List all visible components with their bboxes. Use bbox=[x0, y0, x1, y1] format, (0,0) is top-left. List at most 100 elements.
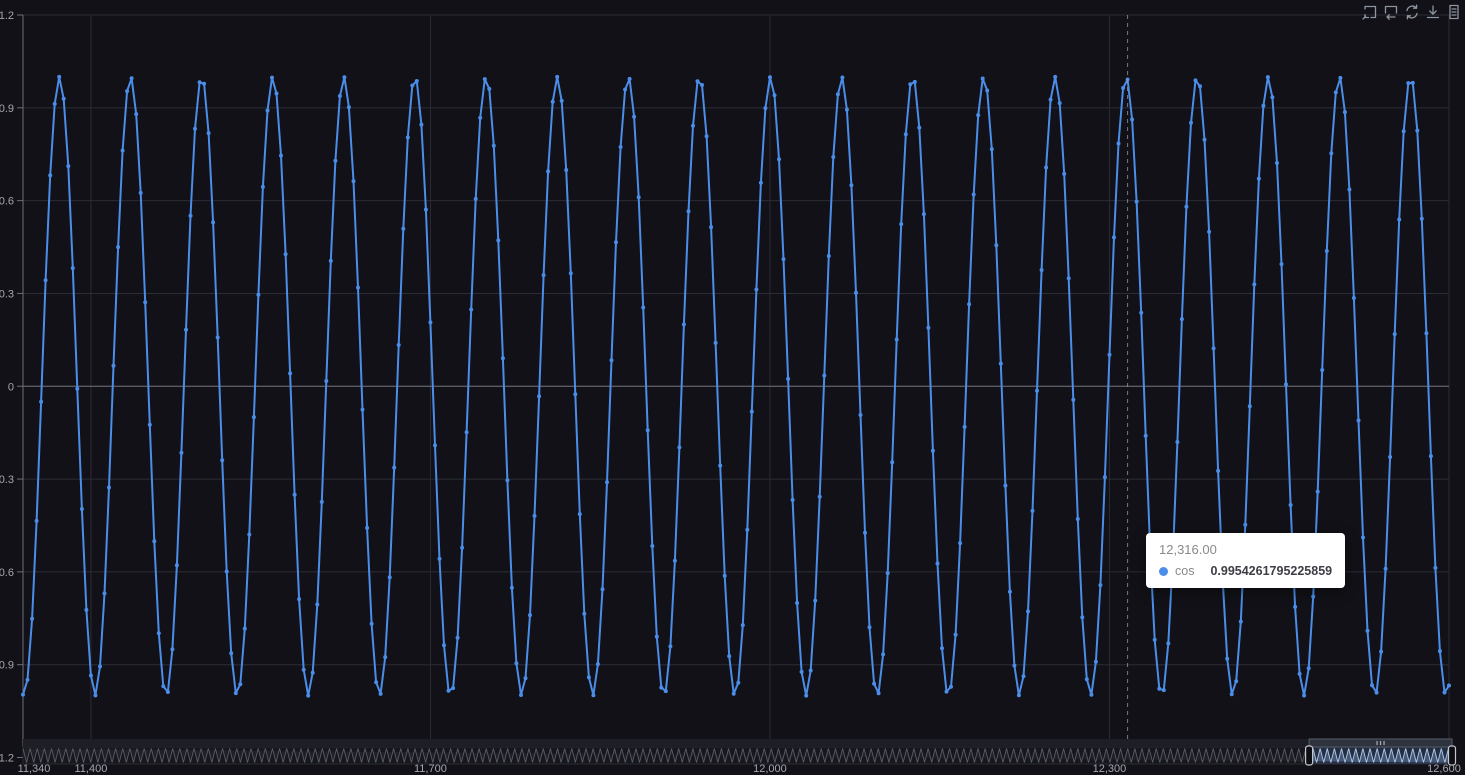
data-point bbox=[781, 257, 786, 262]
data-point bbox=[654, 634, 659, 639]
data-point bbox=[464, 430, 469, 435]
data-point bbox=[1433, 565, 1438, 570]
data-point bbox=[1324, 249, 1329, 253]
data-point bbox=[1297, 671, 1302, 676]
data-point bbox=[134, 112, 139, 117]
data-point bbox=[1270, 95, 1275, 100]
data-point bbox=[446, 688, 451, 693]
y-axis-label: 0 bbox=[8, 381, 14, 393]
data-point bbox=[1293, 604, 1298, 609]
data-point bbox=[1243, 522, 1248, 527]
data-view-icon[interactable] bbox=[1445, 3, 1462, 20]
data-point bbox=[573, 392, 578, 397]
data-zoom-select-icon[interactable] bbox=[1361, 3, 1378, 20]
data-point bbox=[736, 680, 741, 685]
data-point bbox=[908, 82, 913, 87]
tooltip: 12,316.00 cos 0.9954261795225859 bbox=[1146, 533, 1346, 588]
data-point bbox=[1347, 187, 1352, 192]
data-point bbox=[1207, 229, 1212, 234]
data-point bbox=[401, 226, 406, 231]
data-point bbox=[1057, 101, 1062, 106]
data-point bbox=[88, 673, 93, 678]
data-point bbox=[745, 527, 750, 532]
data-point bbox=[921, 212, 926, 217]
data-point bbox=[1424, 331, 1429, 336]
data-point bbox=[356, 285, 360, 290]
data-point bbox=[30, 616, 35, 621]
data-point bbox=[695, 79, 700, 84]
data-point bbox=[749, 409, 754, 414]
data-point bbox=[351, 179, 356, 184]
data-point bbox=[917, 125, 922, 130]
data-point bbox=[962, 424, 967, 429]
datazoom-left-handle[interactable] bbox=[1304, 745, 1314, 766]
data-point bbox=[813, 598, 818, 603]
data-point bbox=[537, 394, 542, 399]
data-point bbox=[1320, 368, 1325, 372]
data-point bbox=[1053, 74, 1058, 79]
data-point bbox=[152, 539, 157, 544]
data-point bbox=[306, 693, 311, 698]
data-point bbox=[346, 105, 351, 110]
data-point bbox=[799, 669, 804, 674]
data-point bbox=[1093, 659, 1098, 664]
data-point bbox=[1397, 217, 1402, 222]
data-point bbox=[1216, 468, 1221, 473]
data-point bbox=[337, 94, 342, 98]
y-axis-label: 0.9 bbox=[0, 103, 14, 115]
data-point bbox=[826, 254, 831, 258]
data-point bbox=[1084, 677, 1089, 682]
data-point bbox=[930, 448, 935, 453]
data-point bbox=[550, 99, 555, 104]
data-point bbox=[1284, 382, 1288, 387]
data-point bbox=[1107, 352, 1112, 357]
data-point bbox=[496, 238, 501, 243]
data-point bbox=[437, 556, 442, 561]
data-point bbox=[822, 373, 827, 378]
data-point bbox=[102, 591, 107, 596]
data-point bbox=[1275, 161, 1279, 165]
data-point bbox=[279, 153, 283, 158]
save-image-icon[interactable] bbox=[1424, 3, 1441, 20]
data-point bbox=[1225, 656, 1230, 661]
data-point bbox=[971, 192, 976, 197]
data-point bbox=[559, 98, 564, 103]
data-point bbox=[247, 532, 252, 537]
data-point bbox=[1026, 609, 1030, 614]
datazoom-move-bar[interactable] bbox=[23, 739, 1452, 747]
data-point bbox=[940, 646, 944, 651]
data-point bbox=[663, 689, 668, 694]
data-point bbox=[1288, 503, 1293, 507]
data-point bbox=[989, 147, 994, 152]
data-point bbox=[1066, 276, 1071, 281]
data-point bbox=[79, 507, 84, 511]
tooltip-series-value: 0.9954261795225859 bbox=[1210, 564, 1333, 578]
data-point bbox=[1193, 78, 1198, 83]
data-point bbox=[808, 668, 813, 673]
data-point bbox=[256, 292, 261, 297]
y-axis-label: 0.3 bbox=[0, 288, 14, 300]
data-point bbox=[605, 480, 609, 485]
data-point bbox=[21, 692, 25, 697]
data-point bbox=[34, 518, 39, 523]
data-point bbox=[165, 690, 170, 694]
data-point bbox=[1311, 594, 1316, 599]
data-point bbox=[591, 693, 596, 698]
data-point bbox=[442, 643, 446, 648]
data-point bbox=[1202, 137, 1207, 142]
data-point bbox=[482, 77, 487, 82]
data-point bbox=[288, 371, 293, 376]
data-point bbox=[1351, 296, 1356, 300]
data-point bbox=[460, 545, 465, 550]
data-point bbox=[949, 684, 953, 689]
data-point bbox=[980, 76, 985, 81]
data-point bbox=[451, 686, 456, 691]
data-point bbox=[718, 463, 723, 468]
data-point bbox=[854, 290, 858, 295]
data-point bbox=[1315, 489, 1320, 494]
zoom-reset-icon[interactable] bbox=[1382, 3, 1399, 20]
data-point bbox=[899, 222, 904, 227]
restore-icon[interactable] bbox=[1403, 3, 1420, 20]
chart-canvas[interactable]: 1.2 0.9 0.6 0.3 0 -0.3 -0.6 -0.9 -1.2 11,340 11,40… bbox=[0, 0, 1465, 775]
data-point bbox=[396, 343, 401, 347]
